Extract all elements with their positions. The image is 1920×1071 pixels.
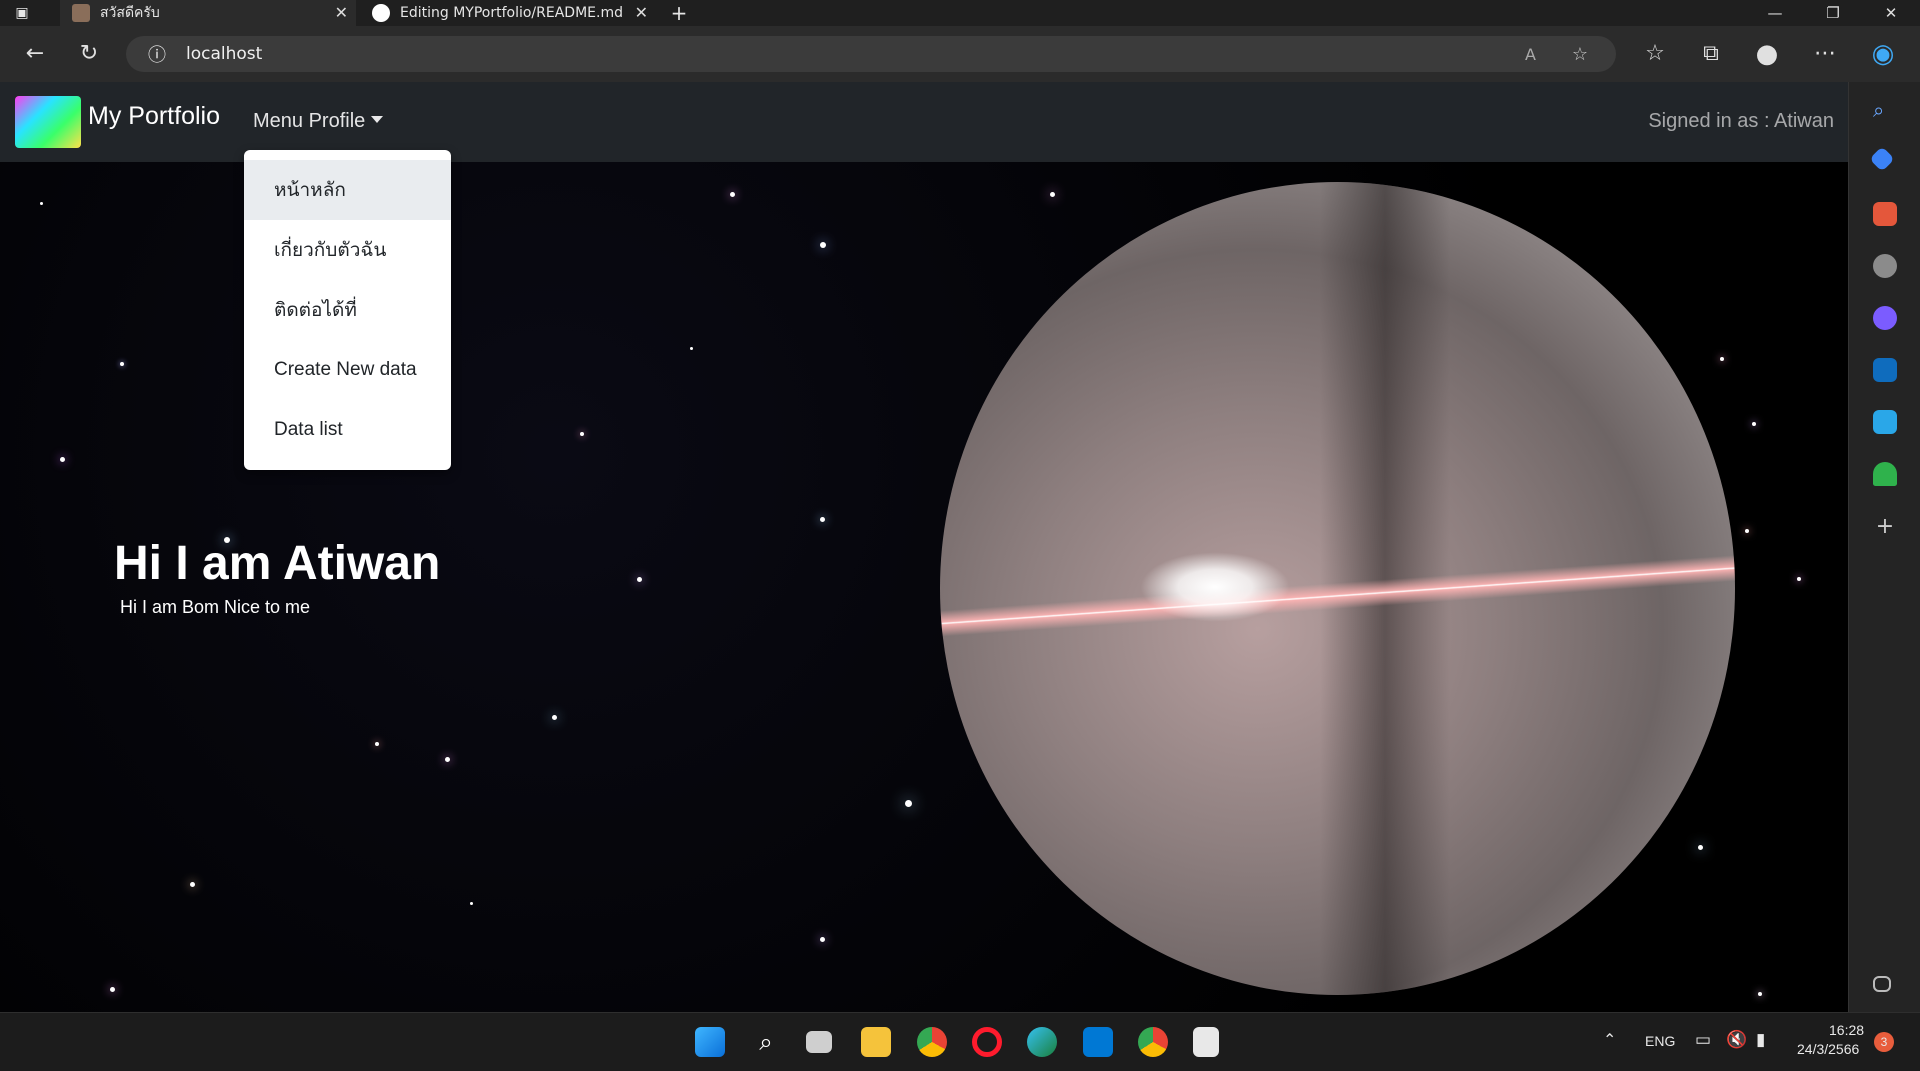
minimize-icon[interactable]: — [1748, 0, 1802, 26]
chrome-profile-icon[interactable] [1138, 1027, 1168, 1057]
hero-subtitle: Hi I am Bom Nice to me [120, 597, 311, 617]
github-icon [372, 4, 390, 22]
star [730, 192, 735, 197]
read-aloud-icon[interactable]: A [1525, 45, 1536, 64]
star [1745, 529, 1749, 533]
star [445, 757, 450, 762]
tray-overflow-icon[interactable]: ⌃ [1603, 1030, 1616, 1050]
menu-profile-dropdown: หน้าหลัก เกี่ยวกับตัวฉัน ติดต่อได้ที่ Cr… [244, 150, 451, 470]
star [905, 800, 912, 807]
star [40, 202, 43, 205]
back-icon[interactable]: ← [20, 40, 50, 68]
language-indicator[interactable]: ENG [1645, 1033, 1675, 1049]
sidebar-outlook-icon[interactable] [1873, 358, 1897, 382]
tab-strip: ▣ สวัสดีครับ ✕ Editing MYPortfolio/READM… [0, 0, 1920, 26]
sidebar-office-icon[interactable] [1873, 306, 1897, 330]
edge-sidebar: ⌕ + [1848, 82, 1920, 1012]
clock-date[interactable]: 24/3/2566 [1797, 1041, 1859, 1057]
star [60, 457, 65, 462]
sidebar-games-icon[interactable] [1873, 254, 1897, 278]
star [1698, 845, 1703, 850]
sidebar-add-icon[interactable]: + [1873, 514, 1897, 539]
page-viewport: My Portfolio Menu Profile Signed in as :… [0, 82, 1848, 1012]
tab-active[interactable]: สวัสดีครับ ✕ [60, 0, 356, 26]
edge-icon[interactable] [1027, 1027, 1057, 1057]
dropdown-item-home[interactable]: หน้าหลัก [244, 160, 451, 220]
sidebar-tools-icon[interactable] [1873, 202, 1897, 226]
star [1758, 992, 1762, 996]
volume-muted-icon[interactable]: 🔇 [1726, 1030, 1747, 1050]
sidebar-search-icon[interactable]: ⌕ [1873, 98, 1897, 122]
dropdown-item-create[interactable]: Create New data [244, 340, 451, 400]
sidebar-collapse-icon[interactable] [1873, 976, 1891, 992]
star [690, 347, 693, 350]
tab-readme[interactable]: Editing MYPortfolio/README.md ✕ [360, 0, 656, 26]
profile-avatar-icon[interactable]: ● [1752, 40, 1782, 68]
tab-actions-icon[interactable]: ▣ [0, 0, 44, 26]
sidebar-send-icon[interactable] [1873, 410, 1897, 434]
profile-portrait [940, 182, 1735, 995]
dropdown-item-contact[interactable]: ติดต่อได้ที่ [244, 280, 451, 340]
more-options-icon[interactable]: ⋯ [1810, 40, 1840, 68]
brand-logo-icon[interactable] [15, 96, 81, 148]
signed-in-text: Signed in as : Atiwan [1648, 110, 1834, 132]
favorites-icon[interactable]: ☆ [1640, 40, 1670, 68]
brand-link[interactable]: My Portfolio [88, 102, 220, 131]
chrome-icon[interactable] [917, 1027, 947, 1057]
star [820, 517, 825, 522]
favorite-add-icon[interactable]: ☆ [1572, 44, 1588, 65]
tab-favicon-icon [72, 4, 90, 22]
tab-title: สวัสดีครับ [100, 5, 160, 21]
star [820, 242, 826, 248]
sidebar-tree-icon[interactable] [1873, 462, 1897, 486]
star [637, 577, 642, 582]
opera-icon[interactable] [972, 1027, 1002, 1057]
star [375, 742, 379, 746]
star [580, 432, 584, 436]
address-bar-row: ← ↻ ⓘ localhost A ☆ ☆ ⧉ ● ⋯ ◉ [0, 26, 1920, 82]
snipping-tool-icon[interactable] [1193, 1027, 1219, 1057]
close-tab-icon[interactable]: ✕ [335, 3, 348, 22]
file-explorer-icon[interactable] [861, 1027, 891, 1057]
bing-copilot-icon[interactable]: ◉ [1868, 40, 1898, 68]
star [470, 902, 473, 905]
star [820, 937, 825, 942]
star [120, 362, 124, 366]
star [1720, 357, 1724, 361]
new-tab-icon[interactable]: + [664, 0, 694, 26]
battery-icon[interactable]: ▮ [1756, 1030, 1765, 1050]
star [190, 882, 195, 887]
taskbar-search-icon[interactable]: ⌕ [751, 1027, 781, 1057]
start-icon[interactable] [695, 1027, 725, 1057]
star [1752, 422, 1756, 426]
url-text: localhost [186, 44, 263, 64]
clock-time[interactable]: 16:28 [1829, 1022, 1864, 1038]
tab-title: Editing MYPortfolio/README.md [400, 5, 623, 21]
task-view-icon[interactable] [806, 1031, 832, 1053]
info-icon[interactable]: ⓘ [148, 41, 166, 67]
close-tab-icon[interactable]: ✕ [635, 3, 648, 22]
sidebar-shopping-icon[interactable] [1869, 146, 1895, 172]
collections-icon[interactable]: ⧉ [1696, 40, 1726, 68]
address-input[interactable]: ⓘ localhost A ☆ [126, 36, 1616, 72]
reload-icon[interactable]: ↻ [74, 40, 104, 68]
caret-down-icon [371, 116, 384, 123]
network-icon[interactable]: ▭ [1695, 1030, 1711, 1050]
vscode-icon[interactable] [1083, 1027, 1113, 1057]
menu-profile-label: Menu Profile [253, 110, 366, 132]
hero-title: Hi I am Atiwan [114, 537, 441, 590]
star [1050, 192, 1055, 197]
star [552, 715, 557, 720]
restore-icon[interactable]: ❐ [1806, 0, 1860, 26]
star [110, 987, 115, 992]
dropdown-item-data-list[interactable]: Data list [244, 400, 451, 460]
dropdown-item-about[interactable]: เกี่ยวกับตัวฉัน [244, 220, 451, 280]
menu-profile-toggle[interactable]: Menu Profile [253, 110, 384, 133]
close-window-icon[interactable]: ✕ [1864, 0, 1918, 26]
windows-taskbar: ⌕ ⌃ ENG ▭ 🔇 ▮ 16:28 24/3/2566 3 [0, 1012, 1920, 1071]
star [1797, 577, 1801, 581]
notification-badge[interactable]: 3 [1874, 1032, 1894, 1052]
